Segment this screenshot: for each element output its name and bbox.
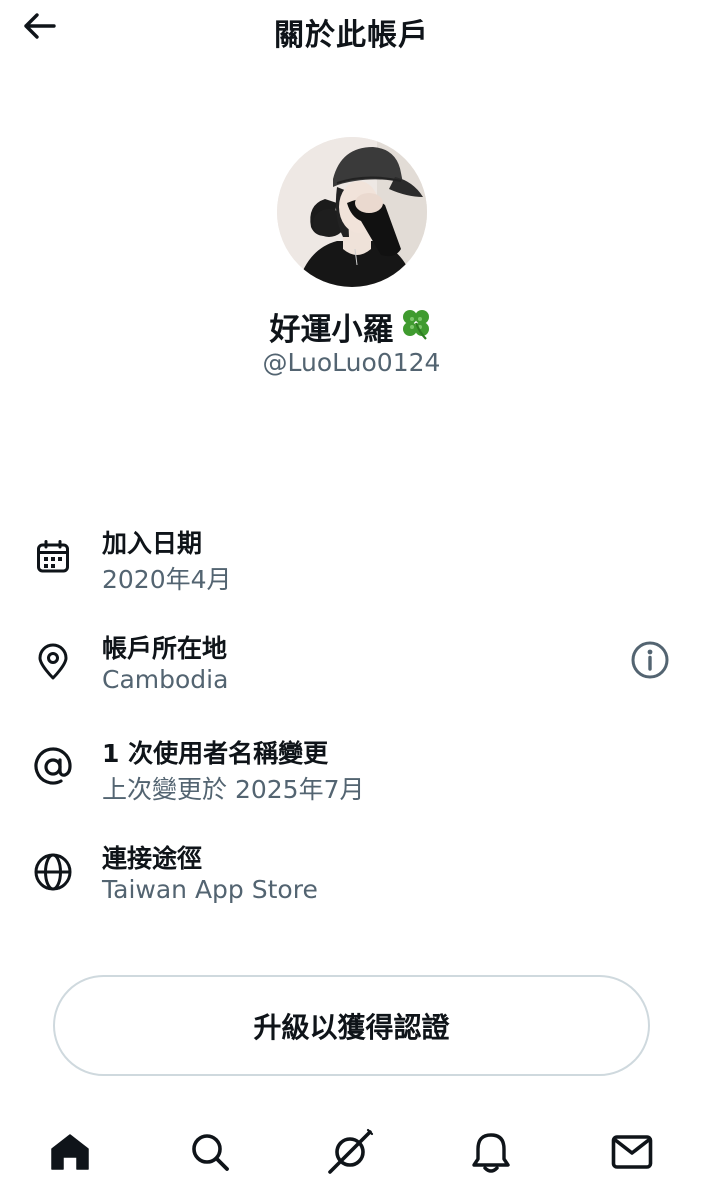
info-row-join-date: 加入日期 2020年4月 xyxy=(0,520,703,600)
connected-via-value: Taiwan App Store xyxy=(102,875,318,904)
tab-messages[interactable] xyxy=(606,1128,658,1180)
location-value: Cambodia xyxy=(102,665,229,694)
location-info-button[interactable] xyxy=(628,640,672,684)
bottom-tab-bar xyxy=(0,1110,703,1200)
avatar[interactable] xyxy=(277,137,427,287)
info-row-location: 帳戶所在地 Cambodia xyxy=(0,625,703,705)
grok-icon xyxy=(326,1128,374,1180)
join-date-label: 加入日期 xyxy=(102,529,203,558)
info-circle-icon xyxy=(630,640,670,684)
display-name: 好運小羅 xyxy=(0,304,703,349)
location-label: 帳戶所在地 xyxy=(102,634,228,663)
location-pin-icon xyxy=(32,641,74,683)
home-icon xyxy=(49,1131,91,1177)
search-icon xyxy=(190,1132,230,1176)
connected-via-label: 連接途徑 xyxy=(102,844,203,873)
calendar-icon xyxy=(32,536,74,578)
page-title: 關於此帳戶 xyxy=(274,18,429,53)
four-leaf-clover-icon xyxy=(398,305,434,349)
join-date-value: 2020年4月 xyxy=(102,565,232,594)
tab-notifications[interactable] xyxy=(465,1128,517,1180)
display-name-text: 好運小羅 xyxy=(269,312,394,348)
info-row-connected-via: 連接途徑 Taiwan App Store xyxy=(0,835,703,915)
info-row-username-changes: 1 次使用者名稱變更 上次變更於 2025年7月 xyxy=(0,730,703,810)
about-account-page: 關於此帳戶 好運小羅 @LuoLuo0124 加入日期 2020年4月 帳戶所在… xyxy=(0,0,703,1200)
tab-home[interactable] xyxy=(44,1128,96,1180)
mail-icon xyxy=(611,1134,653,1174)
bell-icon xyxy=(471,1131,511,1177)
username-change-label: 1 次使用者名稱變更 xyxy=(102,739,329,768)
username-handle: @LuoLuo0124 xyxy=(262,348,441,377)
tab-search[interactable] xyxy=(184,1128,236,1180)
globe-icon xyxy=(32,851,74,893)
at-sign-icon xyxy=(32,746,74,788)
tab-grok[interactable] xyxy=(324,1128,376,1180)
username-change-value: 上次變更於 2025年7月 xyxy=(102,775,365,804)
upgrade-verification-button[interactable]: 升級以獲得認證 xyxy=(53,975,650,1076)
